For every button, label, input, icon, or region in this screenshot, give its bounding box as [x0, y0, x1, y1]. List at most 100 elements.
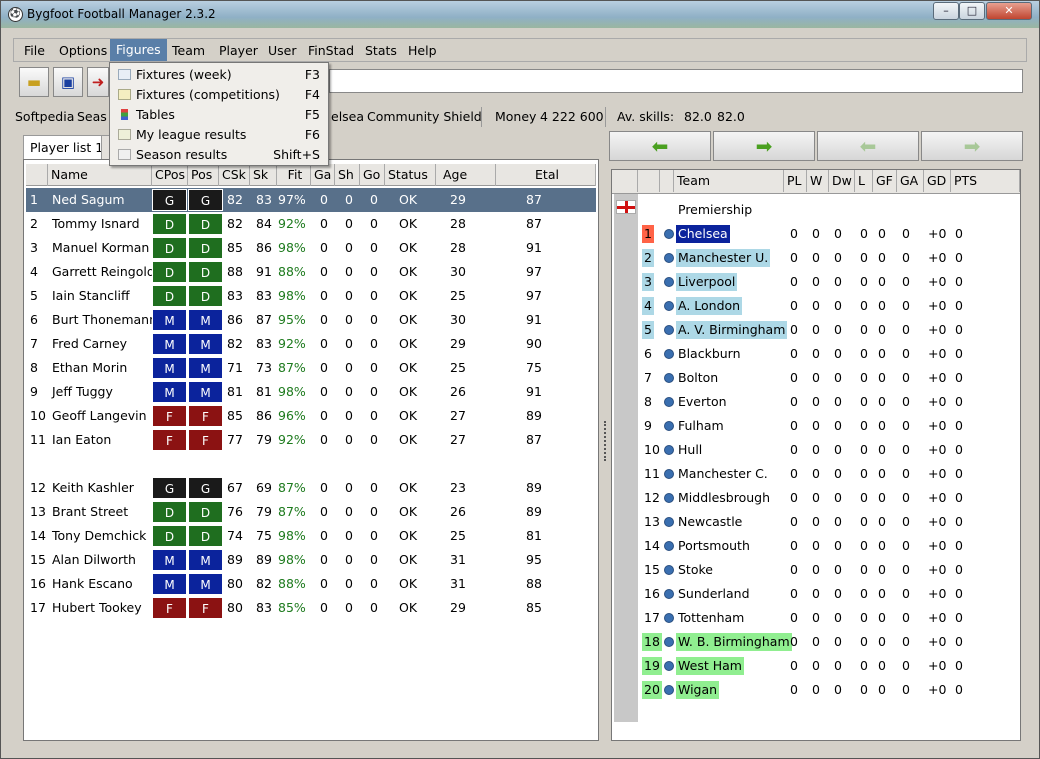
player-row[interactable]: 5 Iain Stancliff 83 83 98% 0 0 0 OK 25 97 D D: [26, 284, 596, 308]
toolbar-text-field[interactable]: [329, 69, 1023, 93]
player-row[interactable]: 13 Brant Street 76 79 87% 0 0 0 OK 26 89 D D: [26, 500, 596, 524]
col-sk[interactable]: Sk: [250, 164, 277, 186]
player-pos-badge: F: [188, 597, 223, 619]
team-row[interactable]: 19 West Ham 0 0 0 0 0 0 +0 0: [612, 654, 1020, 678]
player-row[interactable]: 15 Alan Dilworth 89 89 98% 0 0 0 OK 31 95 M M: [26, 548, 596, 572]
player-row[interactable]: 12 Keith Kashler 67 69 87% 0 0 0 OK 23 89 G G: [26, 476, 596, 500]
col-csk[interactable]: CSk: [219, 164, 250, 186]
col-go[interactable]: Go: [360, 164, 385, 186]
team-row[interactable]: 3 Liverpool 0 0 0 0 0 0 +0 0: [612, 270, 1020, 294]
next-league-button[interactable]: ➡: [921, 131, 1023, 161]
col-ga[interactable]: Ga: [311, 164, 335, 186]
menu-stats[interactable]: Stats: [365, 43, 397, 58]
menu-item-season-results[interactable]: Season results Shift+S: [110, 145, 328, 165]
player-row[interactable]: 6 Burt Thonemann 86 87 95% 0 0 0 OK 30 91 M M: [26, 308, 596, 332]
team-row[interactable]: 10 Hull 0 0 0 0 0 0 +0 0: [612, 438, 1020, 462]
player-row[interactable]: 7 Fred Carney 82 83 92% 0 0 0 OK 29 90 M M: [26, 332, 596, 356]
team-row[interactable]: 4 A. London 0 0 0 0 0 0 +0 0: [612, 294, 1020, 318]
player-row[interactable]: 8 Ethan Morin 71 73 87% 0 0 0 OK 25 75 M M: [26, 356, 596, 380]
prev-league-button[interactable]: ⬅: [817, 131, 919, 161]
col-fit[interactable]: Fit: [277, 164, 311, 186]
prev-button[interactable]: ⬅: [609, 131, 711, 161]
col-gd[interactable]: GD: [924, 170, 951, 192]
col-number[interactable]: [26, 164, 48, 186]
col-team[interactable]: Team: [674, 170, 784, 192]
team-row[interactable]: 14 Portsmouth 0 0 0 0 0 0 +0 0: [612, 534, 1020, 558]
col-etal[interactable]: Etal: [496, 164, 596, 186]
player-go: 0: [370, 192, 378, 207]
menu-player[interactable]: Player: [219, 43, 258, 58]
player-ga: 0: [320, 408, 328, 423]
player-row[interactable]: 9 Jeff Tuggy 81 81 98% 0 0 0 OK 26 91 M M: [26, 380, 596, 404]
col-dw[interactable]: Dw: [829, 170, 855, 192]
player-row[interactable]: 3 Manuel Korman 85 86 98% 0 0 0 OK 28 91 D D: [26, 236, 596, 260]
team-name: Tottenham: [678, 610, 745, 625]
team-row[interactable]: 15 Stoke 0 0 0 0 0 0 +0 0: [612, 558, 1020, 582]
team-row[interactable]: 5 A. V. Birmingham 0 0 0 0 0 0 +0 0: [612, 318, 1020, 342]
col-pos[interactable]: Pos: [188, 164, 219, 186]
pane-splitter[interactable]: [604, 421, 607, 461]
col-gf[interactable]: GF: [873, 170, 897, 192]
col-flag[interactable]: [612, 170, 638, 192]
col-pts[interactable]: PTS: [951, 170, 1020, 192]
close-button[interactable]: ✕: [986, 2, 1032, 20]
export-button[interactable]: ➜: [87, 67, 109, 97]
save-button[interactable]: ▣: [53, 67, 83, 97]
team-l: 0: [860, 586, 868, 601]
col-dot[interactable]: [660, 170, 674, 192]
team-row[interactable]: 13 Newcastle 0 0 0 0 0 0 +0 0: [612, 510, 1020, 534]
col-cpos[interactable]: CPos: [152, 164, 188, 186]
team-row[interactable]: 1 Chelsea 0 0 0 0 0 0 +0 0: [612, 222, 1020, 246]
team-row[interactable]: 2 Manchester U. 0 0 0 0 0 0 +0 0: [612, 246, 1020, 270]
menu-help[interactable]: Help: [408, 43, 437, 58]
player-row[interactable]: 2 Tommy Isnard 82 84 92% 0 0 0 OK 28 87 D D: [26, 212, 596, 236]
team-row[interactable]: 12 Middlesbrough 0 0 0 0 0 0 +0 0: [612, 486, 1020, 510]
player-row[interactable]: 1 Ned Sagum 82 83 97% 0 0 0 OK 29 87 G G: [26, 188, 596, 212]
col-age[interactable]: Age: [440, 164, 496, 186]
team-row[interactable]: 20 Wigan 0 0 0 0 0 0 +0 0: [612, 678, 1020, 702]
tab-player-list-1[interactable]: Player list 1: [23, 135, 111, 159]
next-button[interactable]: ➡: [713, 131, 815, 161]
col-l[interactable]: L: [855, 170, 873, 192]
player-row[interactable]: 14 Tony Demchick 74 75 98% 0 0 0 OK 25 81 D D: [26, 524, 596, 548]
team-row[interactable]: 8 Everton 0 0 0 0 0 0 +0 0: [612, 390, 1020, 414]
team-row[interactable]: 16 Sunderland 0 0 0 0 0 0 +0 0: [612, 582, 1020, 606]
col-rank[interactable]: [638, 170, 660, 192]
team-gd: +0: [928, 514, 947, 529]
player-sh: 0: [345, 432, 353, 447]
team-row[interactable]: 7 Bolton 0 0 0 0 0 0 +0 0: [612, 366, 1020, 390]
col-w[interactable]: W: [807, 170, 829, 192]
minimize-button[interactable]: –: [933, 2, 959, 20]
col-pl[interactable]: PL: [784, 170, 807, 192]
player-row[interactable]: 17 Hubert Tookey 80 83 85% 0 0 0 OK 29 85 F F: [26, 596, 596, 620]
menu-options[interactable]: Options: [59, 43, 107, 58]
col-name[interactable]: Name: [48, 164, 152, 186]
menu-finstad[interactable]: FinStad: [308, 43, 354, 58]
team-gd: +0: [928, 226, 947, 241]
team-row[interactable]: 17 Tottenham 0 0 0 0 0 0 +0 0: [612, 606, 1020, 630]
team-row[interactable]: 11 Manchester C. 0 0 0 0 0 0 +0 0: [612, 462, 1020, 486]
maximize-button[interactable]: □: [959, 2, 985, 20]
menu-team[interactable]: Team: [172, 43, 205, 58]
open-button[interactable]: ▬: [19, 67, 49, 97]
team-row[interactable]: 18 W. B. Birmingham 0 0 0 0 0 0 +0 0: [612, 630, 1020, 654]
col-status[interactable]: Status: [385, 164, 436, 186]
team-l: 0: [860, 298, 868, 313]
player-row[interactable]: 11 Ian Eaton 77 79 92% 0 0 0 OK 27 87 F F: [26, 428, 596, 452]
team-row[interactable]: 9 Fulham 0 0 0 0 0 0 +0 0: [612, 414, 1020, 438]
menu-item-my-league-results[interactable]: My league results F6: [110, 125, 328, 145]
team-row[interactable]: 6 Blackburn 0 0 0 0 0 0 +0 0: [612, 342, 1020, 366]
menu-item-tables[interactable]: Tables F5: [110, 105, 328, 125]
menu-item-fixtures-competitions[interactable]: Fixtures (competitions) F4: [110, 85, 328, 105]
menu-item-fixtures-week[interactable]: Fixtures (week) F3: [110, 65, 328, 85]
player-row[interactable]: 10 Geoff Langevin 85 86 96% 0 0 0 OK 27 89 F F: [26, 404, 596, 428]
player-row[interactable]: 16 Hank Escano 80 82 88% 0 0 0 OK 31 88 M M: [26, 572, 596, 596]
menu-file[interactable]: File: [24, 43, 45, 58]
menu-figures[interactable]: Figures: [110, 39, 167, 61]
player-status: OK: [399, 288, 418, 303]
menu-user[interactable]: User: [268, 43, 297, 58]
col-sh[interactable]: Sh: [335, 164, 360, 186]
col-ga[interactable]: GA: [897, 170, 924, 192]
team-rank: 17: [644, 610, 660, 625]
player-row[interactable]: 4 Garrett Reingold 88 91 88% 0 0 0 OK 30 97 D D: [26, 260, 596, 284]
